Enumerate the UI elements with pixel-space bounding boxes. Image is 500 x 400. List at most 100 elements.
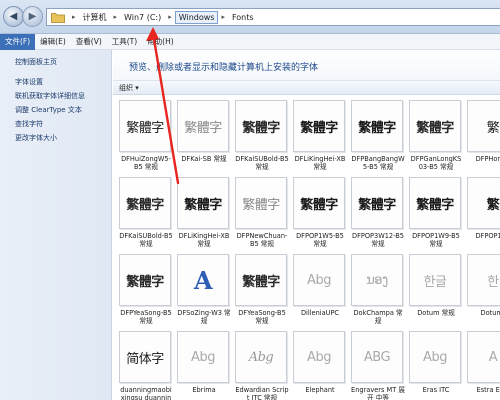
font-sample-glyphs: 繁體字 — [126, 120, 164, 136]
font-tile[interactable]: 繁體字 DFPGanLongKS03-B5 常规 — [409, 100, 463, 171]
font-preview-icon: 한글 — [409, 254, 461, 306]
font-preview-icon: Abg — [293, 331, 345, 383]
sidebar-link[interactable]: 调整 ClearType 文本 — [0, 105, 111, 115]
font-sample-glyphs: Abg — [307, 272, 331, 288]
font-tile[interactable]: 繁體字 DFPBangBangW5-B5 常规 — [351, 100, 405, 171]
breadcrumb-item[interactable]: Win7 (C:) — [121, 12, 164, 23]
font-sample-glyphs: ນອງ — [366, 272, 388, 288]
font-sample-glyphs: 한 — [487, 274, 499, 290]
font-preview-icon: Abg — [409, 331, 461, 383]
breadcrumb-chevron-icon[interactable]: ▸ — [72, 13, 76, 21]
font-preview-icon: 繁體字 — [293, 100, 345, 152]
breadcrumb-chevron-icon[interactable]: ▸ — [168, 13, 172, 21]
breadcrumb-chevron-icon[interactable]: ▸ — [114, 13, 118, 21]
font-name-label: DFPYeaSong-B5 常规 — [120, 309, 172, 325]
font-sample-glyphs: 简体字 — [126, 351, 164, 367]
font-sample-glyphs: Abg — [191, 349, 215, 365]
font-name-label: DFPGanLongKS03-B5 常规 — [410, 155, 462, 171]
font-name-label: DFLiKingHei-XB 常规 — [178, 232, 230, 248]
font-preview-icon: 繁體字 — [293, 177, 345, 229]
font-tile[interactable]: ABG Engravers MT 展开 中等 — [351, 331, 405, 400]
font-preview-icon: 繁 — [467, 100, 500, 152]
address-bar-area: ◀ ▶ ▸ 计算机 ▸ Win7 (C:) ▸ Windows ▸ Fonts — [0, 0, 500, 34]
font-preview-icon: 繁體字 — [351, 177, 403, 229]
font-sample-glyphs: 繁體字 — [184, 197, 222, 213]
font-tile[interactable]: 繁體字 DFKai-SB 常规 — [177, 100, 231, 163]
font-tile[interactable]: A Estra Edes — [467, 331, 500, 394]
font-preview-icon: 繁體字 — [235, 254, 287, 306]
font-tile[interactable]: 简体字 duanningmaobixingsu duanning 常规 — [119, 331, 173, 400]
font-name-label: DotumC — [480, 309, 500, 317]
sidebar-link[interactable]: 查找字符 — [0, 119, 111, 129]
menu-item[interactable]: 查看(V) — [71, 34, 107, 50]
forward-button[interactable]: ▶ — [22, 6, 43, 27]
font-sample-glyphs: A — [488, 349, 498, 365]
address-field[interactable]: ▸ 计算机 ▸ Win7 (C:) ▸ Windows ▸ Fonts — [46, 8, 500, 26]
font-name-label: Estra Edes — [476, 386, 500, 394]
font-tile[interactable]: A DFSoZing-W3 常规 — [177, 254, 231, 325]
font-name-label: DFLiKingHei-XB 常规 — [294, 155, 346, 171]
font-name-label: Eras ITC — [422, 386, 450, 394]
font-sample-glyphs: A — [193, 265, 213, 295]
font-tile[interactable]: 繁體字 DFLiKingHei-XB 常规 — [177, 177, 231, 248]
font-tile[interactable]: 繁體字 DFKaiSUBold-B5 常规 — [235, 100, 289, 171]
font-preview-icon: 한 — [467, 254, 500, 306]
font-tile[interactable]: 繁體字 DFHuiZongW5-B5 常规 — [119, 100, 173, 171]
font-tile[interactable]: Abg Edwardian Script ITC 常规 — [235, 331, 289, 400]
font-tile[interactable]: 繁 DFPOP1 B5 — [467, 177, 500, 240]
font-sample-glyphs: Abg — [423, 349, 447, 365]
font-tile[interactable]: 繁體字 DFPOP1W9-B5 常规 — [409, 177, 463, 248]
font-sample-glyphs: 繁體字 — [184, 120, 222, 136]
font-tile[interactable]: 繁 DFPHon B5 — [467, 100, 500, 163]
font-tile[interactable]: 繁體字 DFLiKingHei-XB 常规 — [293, 100, 347, 171]
font-sample-glyphs: 繁體字 — [358, 120, 396, 136]
font-tile[interactable]: 繁體字 DFPOP1W5-B5 常规 — [293, 177, 347, 248]
font-preview-icon: Abg — [293, 254, 345, 306]
menu-item[interactable]: 帮助(H) — [142, 34, 179, 50]
font-tile[interactable]: 繁體字 DFKaiSUBold-B5 常规 — [119, 177, 173, 248]
menu-item[interactable]: 编辑(E) — [35, 34, 71, 50]
font-tile[interactable]: Abg Eras ITC — [409, 331, 463, 394]
font-sample-glyphs: 繁體字 — [126, 274, 164, 290]
organize-button[interactable]: 组织 ▾ — [119, 83, 139, 93]
menu-item[interactable]: 文件(F) — [0, 33, 36, 50]
font-name-label: DFKai-SB 常规 — [181, 155, 227, 163]
font-preview-icon: ນອງ — [351, 254, 403, 306]
font-grid: 繁體字 DFHuiZongW5-B5 常规 繁體字 DFKai-SB 常规 繁體字 DFK… — [119, 100, 500, 400]
font-name-label: DilleniaUPC — [300, 309, 340, 317]
font-preview-icon: 繁體字 — [177, 100, 229, 152]
font-preview-icon: 繁體字 — [235, 177, 287, 229]
font-tile[interactable]: 繁體字 DFPNewChuan-B5 常规 — [235, 177, 289, 248]
font-tile[interactable]: 繁體字 DFYeaSong-B5 常规 — [235, 254, 289, 325]
font-tile[interactable]: Abg DilleniaUPC — [293, 254, 347, 317]
font-tile[interactable]: 繁體字 DFPOP3W12-B5 常规 — [351, 177, 405, 248]
sidebar-link[interactable]: 联机获取字体详细信息 — [0, 91, 111, 101]
font-sample-glyphs: 繁體字 — [416, 197, 454, 213]
breadcrumb: ▸ 计算机 ▸ Win7 (C:) ▸ Windows ▸ Fonts — [68, 10, 257, 24]
breadcrumb-item[interactable]: 计算机 — [80, 11, 110, 24]
font-tile[interactable]: 한 DotumC — [467, 254, 500, 317]
font-sample-glyphs: 한글 — [423, 274, 447, 290]
menu-item[interactable]: 工具(T) — [107, 34, 142, 50]
breadcrumb-item[interactable]: Fonts — [229, 12, 257, 23]
page-title: 预览、删除或者显示和隐藏计算机上安装的字体 — [129, 63, 319, 73]
left-task-pane: 控制面板主页 字体设置联机获取字体详细信息 调整 ClearType 文本 查找字符… — [0, 50, 112, 400]
font-tile[interactable]: 繁體字 DFPYeaSong-B5 常规 — [119, 254, 173, 325]
breadcrumb-item[interactable]: Windows — [174, 10, 219, 24]
font-name-label: Edwardian Script ITC 常规 — [235, 386, 289, 400]
font-name-label: DFHuiZongW5-B5 常规 — [121, 155, 171, 171]
font-sample-glyphs: 繁體字 — [416, 120, 454, 136]
forward-arrow-icon: ▶ — [28, 11, 37, 22]
font-tile[interactable]: Abg Ebrima — [177, 331, 231, 394]
font-tile[interactable]: 한글 Dotum 常规 — [409, 254, 463, 317]
breadcrumb-chevron-icon[interactable]: ▸ — [221, 13, 225, 21]
font-tile[interactable]: Abg Elephant — [293, 331, 347, 394]
font-preview-icon: A — [467, 331, 500, 383]
sidebar-link[interactable]: 更改字体大小 — [0, 133, 111, 143]
control-panel-home-link[interactable]: 控制面板主页 — [0, 57, 111, 67]
sidebar-link[interactable]: 字体设置 — [0, 77, 111, 87]
font-sample-glyphs: 繁 — [486, 120, 500, 136]
back-button[interactable]: ◀ — [3, 6, 24, 27]
font-tile[interactable]: ນອງ DokChampa 常规 — [351, 254, 405, 325]
font-sample-glyphs: 繁體字 — [358, 197, 396, 213]
